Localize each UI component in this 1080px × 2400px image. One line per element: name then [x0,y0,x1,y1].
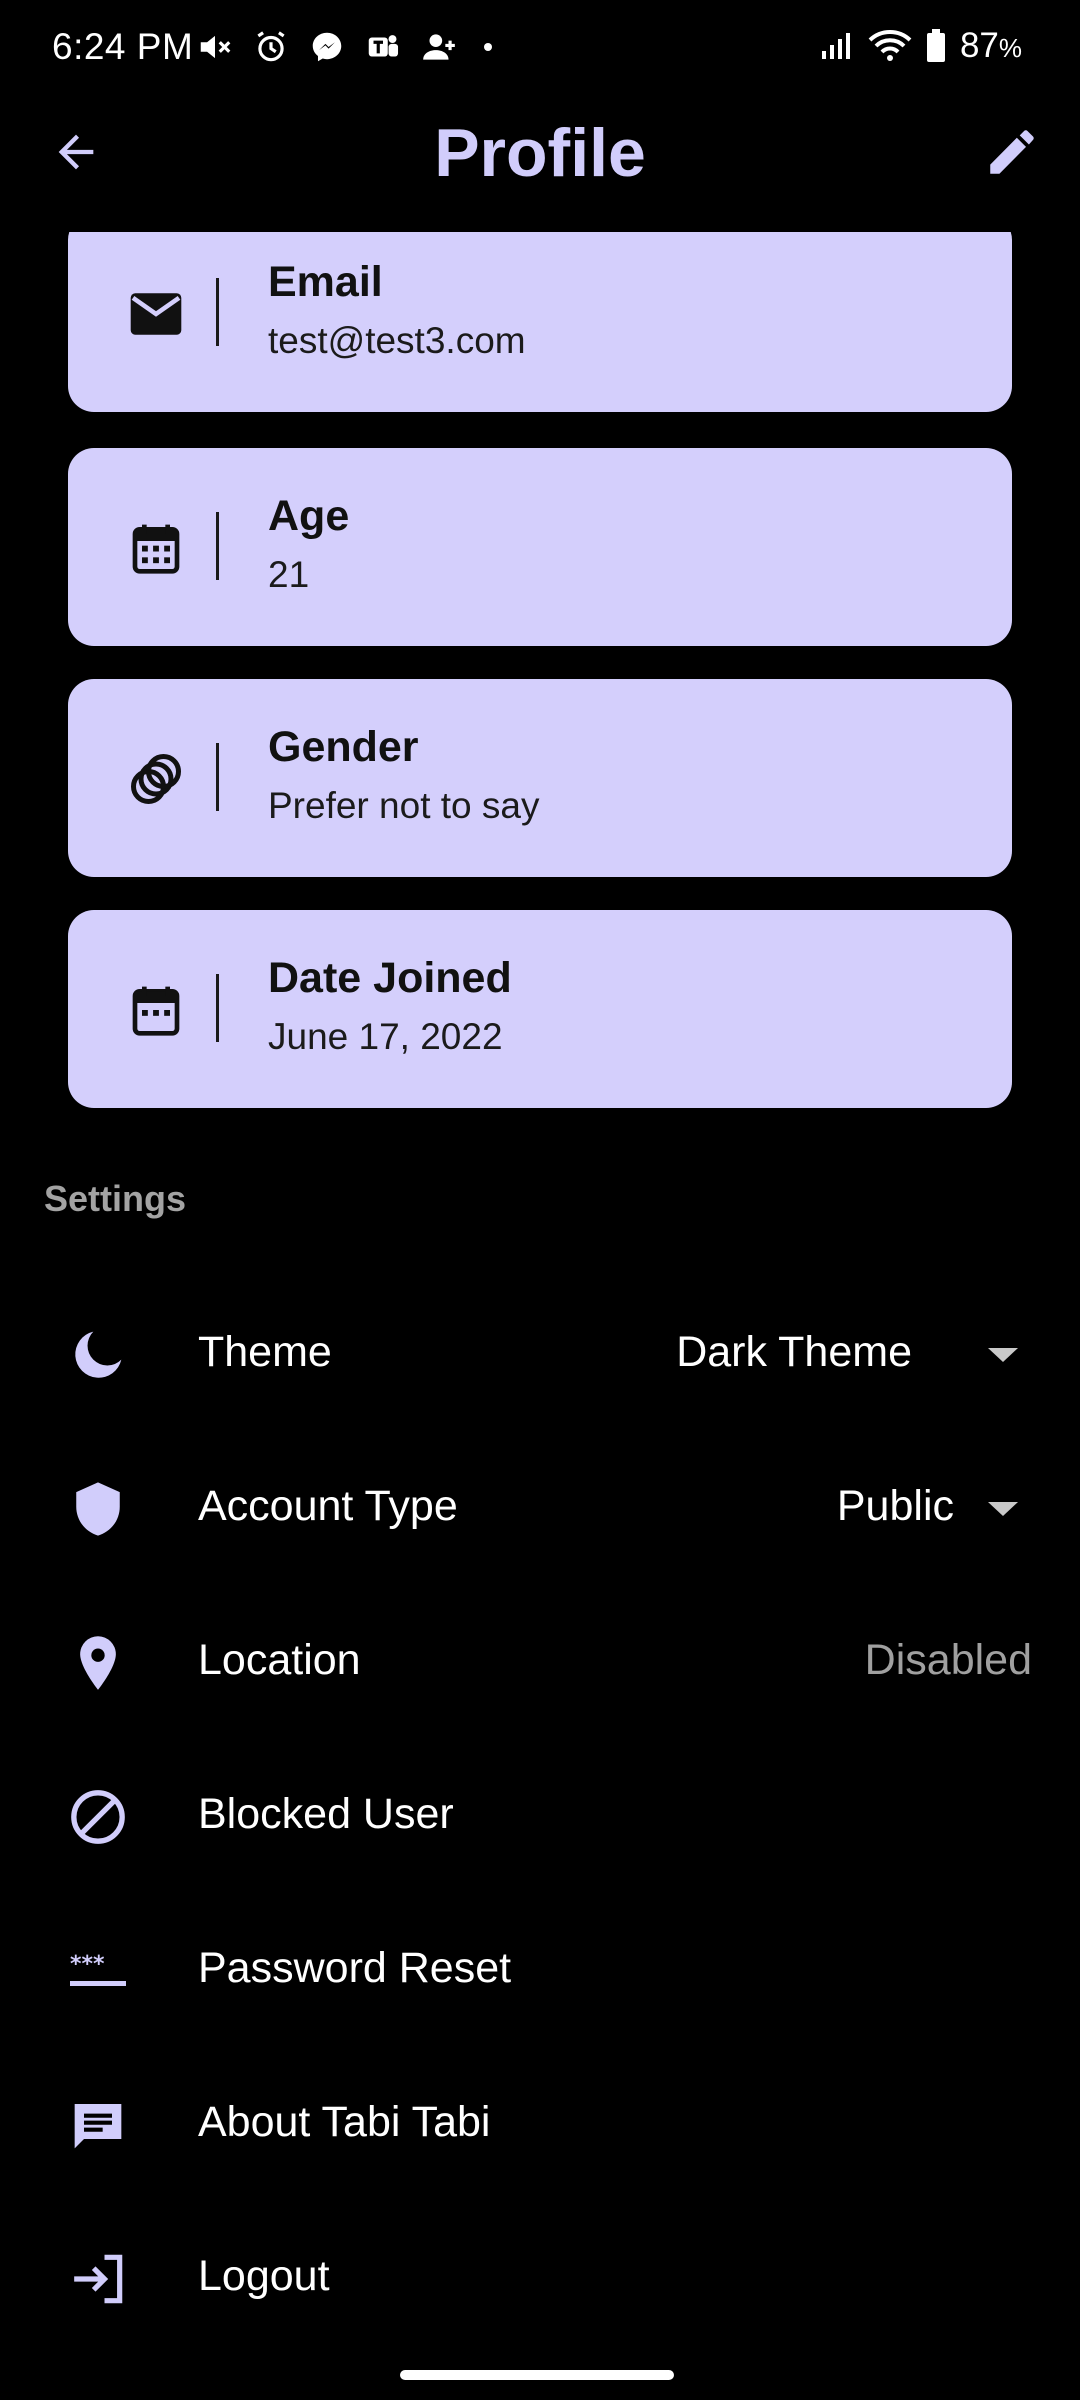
setting-label: Location [198,1636,361,1684]
setting-about[interactable]: About Tabi Tabi [0,2048,1080,2202]
card-value: June 17, 2022 [268,1016,503,1057]
setting-logout[interactable]: Logout [0,2202,1080,2356]
status-right: 87% [820,26,1022,66]
profile-info-list: Email test@test3.com Age 21 Gender Prefe… [0,232,1080,1112]
card-label: Date Joined [268,954,512,1002]
setting-theme[interactable]: Theme Dark Theme [0,1278,1080,1432]
home-indicator[interactable] [400,2370,674,2380]
app-bar: Profile [0,100,1080,212]
setting-label: Theme [198,1328,332,1376]
moon-icon [62,1325,134,1385]
card-label: Age [268,492,350,540]
card-divider [216,278,219,346]
card-label: Email [268,258,383,306]
calendar-icon [120,512,192,584]
mail-icon [120,278,192,350]
edit-profile-button[interactable] [980,122,1044,186]
setting-location[interactable]: Location Disabled [0,1586,1080,1740]
pencil-icon [983,123,1041,186]
signal-icon [820,31,854,61]
messenger-icon [308,28,346,66]
add-contact-icon [420,28,458,66]
card-value: 21 [268,554,310,595]
date-joined-card: Date Joined June 17, 2022 [68,910,1012,1108]
more-notifications-dot [484,43,492,51]
mute-icon [196,28,234,66]
profile-screen: 6:24 PM 87% Profile Email test@test3.com… [0,0,1080,2400]
wifi-icon [868,28,912,64]
setting-blocked-user[interactable]: Blocked User [0,1740,1080,1894]
card-divider [216,974,219,1042]
card-divider [216,743,219,811]
alarm-icon [252,28,290,66]
card-divider [216,512,219,580]
svg-text:***: *** [70,1952,105,1977]
email-card: Email test@test3.com [68,232,1012,412]
card-value: test@test3.com [268,320,526,361]
location-pin-icon [62,1633,134,1693]
gender-card: Gender Prefer not to say [68,679,1012,877]
setting-label: Blocked User [198,1790,454,1838]
card-value: Prefer not to say [268,785,540,826]
settings-header: Settings [44,1178,187,1219]
setting-password-reset[interactable]: *** Password Reset [0,1894,1080,2048]
setting-label: About Tabi Tabi [198,2098,491,2146]
block-icon [62,1787,134,1847]
card-label: Gender [268,723,419,771]
location-status: Disabled [864,1636,1032,1684]
password-icon: *** [62,1941,134,2001]
shield-icon [62,1479,134,1539]
status-bar: 6:24 PM 87% [0,0,1080,100]
setting-account-type[interactable]: Account Type Public [0,1432,1080,1586]
calendar-event-icon [120,974,192,1046]
status-time: 6:24 PM [52,26,194,67]
account-type-dropdown-value[interactable]: Public [837,1482,954,1531]
chevron-down-icon[interactable] [988,1502,1018,1516]
battery-icon [926,29,946,63]
theme-dropdown-value[interactable]: Dark Theme [676,1328,912,1377]
chevron-down-icon[interactable] [988,1348,1018,1362]
page-title: Profile [434,115,646,191]
gender-rings-icon [120,743,192,815]
battery-level: 87% [959,26,1022,65]
setting-label: Password Reset [198,1944,512,1992]
chat-message-icon [62,2095,134,2155]
age-card: Age 21 [68,448,1012,646]
setting-label: Logout [198,2252,330,2300]
teams-icon [364,28,402,66]
setting-label: Account Type [198,1482,458,1530]
logout-icon [62,2249,134,2309]
notification-icons [196,28,492,66]
